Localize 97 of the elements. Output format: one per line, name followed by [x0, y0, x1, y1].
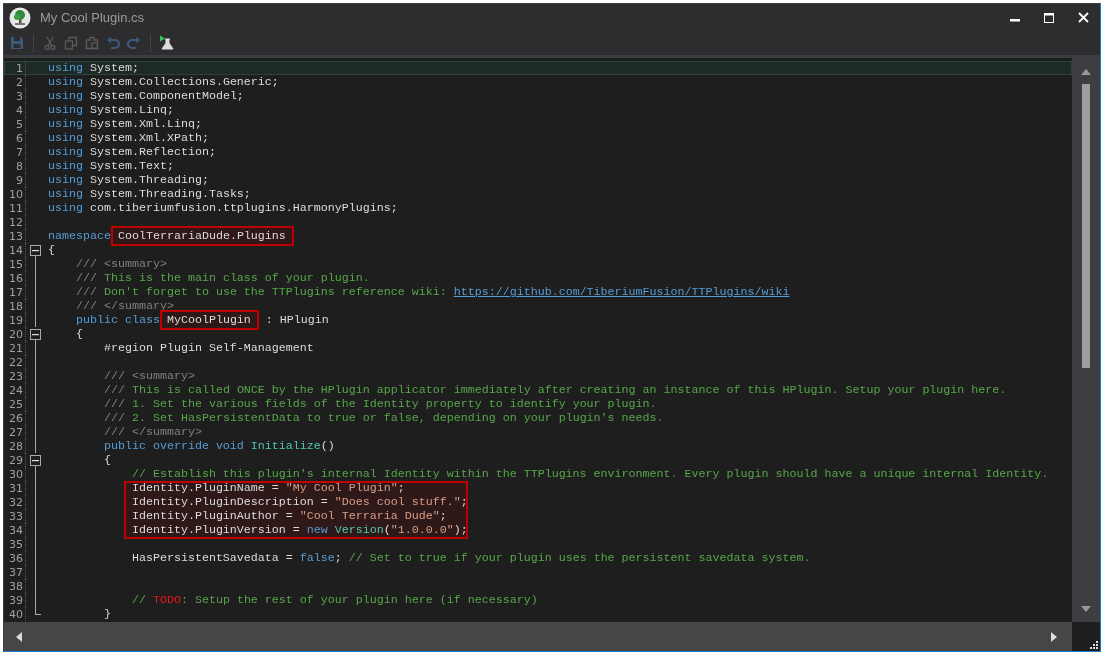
scroll-up-icon[interactable] — [1081, 69, 1091, 75]
app-logo-icon — [9, 6, 31, 29]
line-number: 6 — [15, 131, 23, 145]
line-number: 39 — [8, 593, 23, 607]
code-line: using System.Collections.Generic; — [48, 75, 279, 89]
code-line: using System.Threading; — [48, 173, 209, 187]
code-line: /// <summary> — [102, 369, 195, 383]
minus-icon — [32, 247, 39, 254]
line-number: 1 — [15, 61, 23, 75]
scroll-left-icon[interactable] — [16, 631, 22, 642]
line-number: 4 — [15, 103, 23, 117]
line-number: 38 — [8, 579, 23, 593]
line-number: 7 — [15, 145, 23, 159]
line-number: 14 — [8, 243, 23, 257]
scroll-down-icon[interactable] — [1081, 606, 1091, 612]
line-number: 10 — [8, 187, 23, 201]
line-number: 20 — [8, 327, 23, 341]
line-number: 12 — [8, 215, 23, 229]
highlighted-identifier: CoolTerrariaDude.Plugins — [110, 226, 294, 246]
code-line: /// Don't forget to use the TTPlugins reference wiki: https://github.com/TiberiumFusion/TTPlugins/wiki — [74, 285, 790, 299]
code-line: using System.Threading.Tasks; — [48, 187, 251, 201]
link[interactable]: https://github.com/TiberiumFusion/TTPlugins/wiki — [453, 285, 790, 299]
line-number: 24 — [8, 383, 23, 397]
code-line: /// </summary> — [102, 425, 202, 439]
resize-grip-icon[interactable] — [1089, 640, 1098, 649]
code-line: { — [102, 453, 111, 467]
horizontal-scrollbar[interactable] — [4, 622, 1072, 651]
code-line: using System.Reflection; — [48, 145, 216, 159]
line-number: 37 — [8, 565, 23, 579]
collapse-button[interactable] — [30, 245, 41, 256]
close-icon[interactable] — [1077, 12, 1089, 23]
scrollbar-thumb[interactable] — [1082, 84, 1090, 368]
line-number: 27 — [8, 425, 23, 439]
minus-icon — [32, 457, 39, 464]
line-number: 29 — [8, 453, 23, 467]
line-number: 28 — [8, 439, 23, 453]
line-number: 34 — [8, 523, 23, 537]
code-line: #region Plugin Self-Management — [102, 341, 314, 355]
code-line: using System.Xml.Linq; — [48, 117, 202, 131]
code-line: public override void Initialize() — [102, 439, 335, 453]
scroll-right-icon[interactable] — [1051, 631, 1057, 642]
line-number: 3 — [15, 89, 23, 103]
code-line: { — [74, 327, 83, 341]
minus-icon — [32, 331, 39, 338]
code-line: using System; — [48, 61, 139, 75]
line-number: 9 — [15, 173, 23, 187]
code-line: using System.Linq; — [48, 103, 174, 117]
line-number: 32 — [8, 495, 23, 509]
line-number: 30 — [8, 467, 23, 481]
code-line: Identity.PluginDescription = "Does cool stuff."; — [130, 495, 468, 509]
code-line: /// </summary> — [74, 299, 174, 313]
code-line: /// <summary> — [74, 257, 167, 271]
line-number: 19 — [8, 313, 23, 327]
line-number: 15 — [8, 257, 23, 271]
code-line: namespace CoolTerrariaDude.Plugins — [48, 229, 294, 243]
line-number: 23 — [8, 369, 23, 383]
line-number: 18 — [8, 299, 23, 313]
vertical-scrollbar[interactable] — [1072, 58, 1100, 622]
line-number: 35 — [8, 537, 23, 551]
flask-icon[interactable] — [158, 34, 176, 52]
line-number: 22 — [8, 355, 23, 369]
code-line: Identity.PluginAuthor = "Cool Terraria Dude"; — [130, 509, 447, 523]
line-number: 11 — [8, 201, 23, 215]
code-line: { — [48, 243, 55, 257]
code-line: Identity.PluginVersion = new Version("1.0.0.0"); — [130, 523, 468, 537]
collapse-button[interactable] — [30, 455, 41, 466]
maximize-icon[interactable] — [1044, 12, 1054, 23]
line-number: 16 — [8, 271, 23, 285]
code-line: using com.tiberiumfusion.ttplugins.HarmonyPlugins; — [48, 201, 398, 215]
line-number: 26 — [8, 411, 23, 425]
line-number: 21 — [8, 341, 23, 355]
code-line: using System.ComponentModel; — [48, 89, 244, 103]
code-line: Identity.PluginName = "My Cool Plugin"; — [130, 481, 405, 495]
code-line: using System.Xml.XPath; — [48, 131, 209, 145]
code-line: // Establish this plugin's internal Identity within the TTPlugins environment. Every plugin should have a unique internal Identity. — [130, 467, 1049, 481]
line-number: 40 — [8, 607, 23, 621]
code-line: /// This is called ONCE by the HPlugin applicator immediately after creating an instance of this HPlugin. Setup your plugin here. — [102, 383, 1007, 397]
code-line: } — [102, 607, 111, 621]
line-number: 17 — [8, 285, 23, 299]
line-number: 36 — [8, 551, 23, 565]
code-line: /// 2. Set HasPersistentData to true or false, depending on your plugin's needs. — [102, 411, 664, 425]
line-number: 13 — [8, 229, 23, 243]
code-line: /// 1. Set the various fields of the Identity property to identify your plugin. — [102, 397, 657, 411]
code-line: public class MyCoolPlugin : HPlugin — [48, 313, 329, 327]
line-number: 25 — [8, 397, 23, 411]
line-number: 31 — [8, 481, 23, 495]
line-number: 33 — [8, 509, 23, 523]
highlighted-identifier: MyCoolPlugin — [159, 310, 259, 330]
code-line: /// This is the main class of your plugin. — [74, 271, 370, 285]
code-line: // TODO: Setup the rest of your plugin here (if necessary) — [130, 593, 538, 607]
code-line: HasPersistentSavedata = false; // Set to true if your plugin uses the persistent savedata system. — [130, 551, 811, 565]
line-number: 5 — [15, 117, 23, 131]
line-number: 8 — [15, 159, 23, 173]
collapse-button[interactable] — [30, 329, 41, 340]
line-number: 2 — [15, 75, 23, 89]
code-line: using System.Text; — [48, 159, 174, 173]
window-title: My Cool Plugin.cs — [40, 10, 145, 25]
